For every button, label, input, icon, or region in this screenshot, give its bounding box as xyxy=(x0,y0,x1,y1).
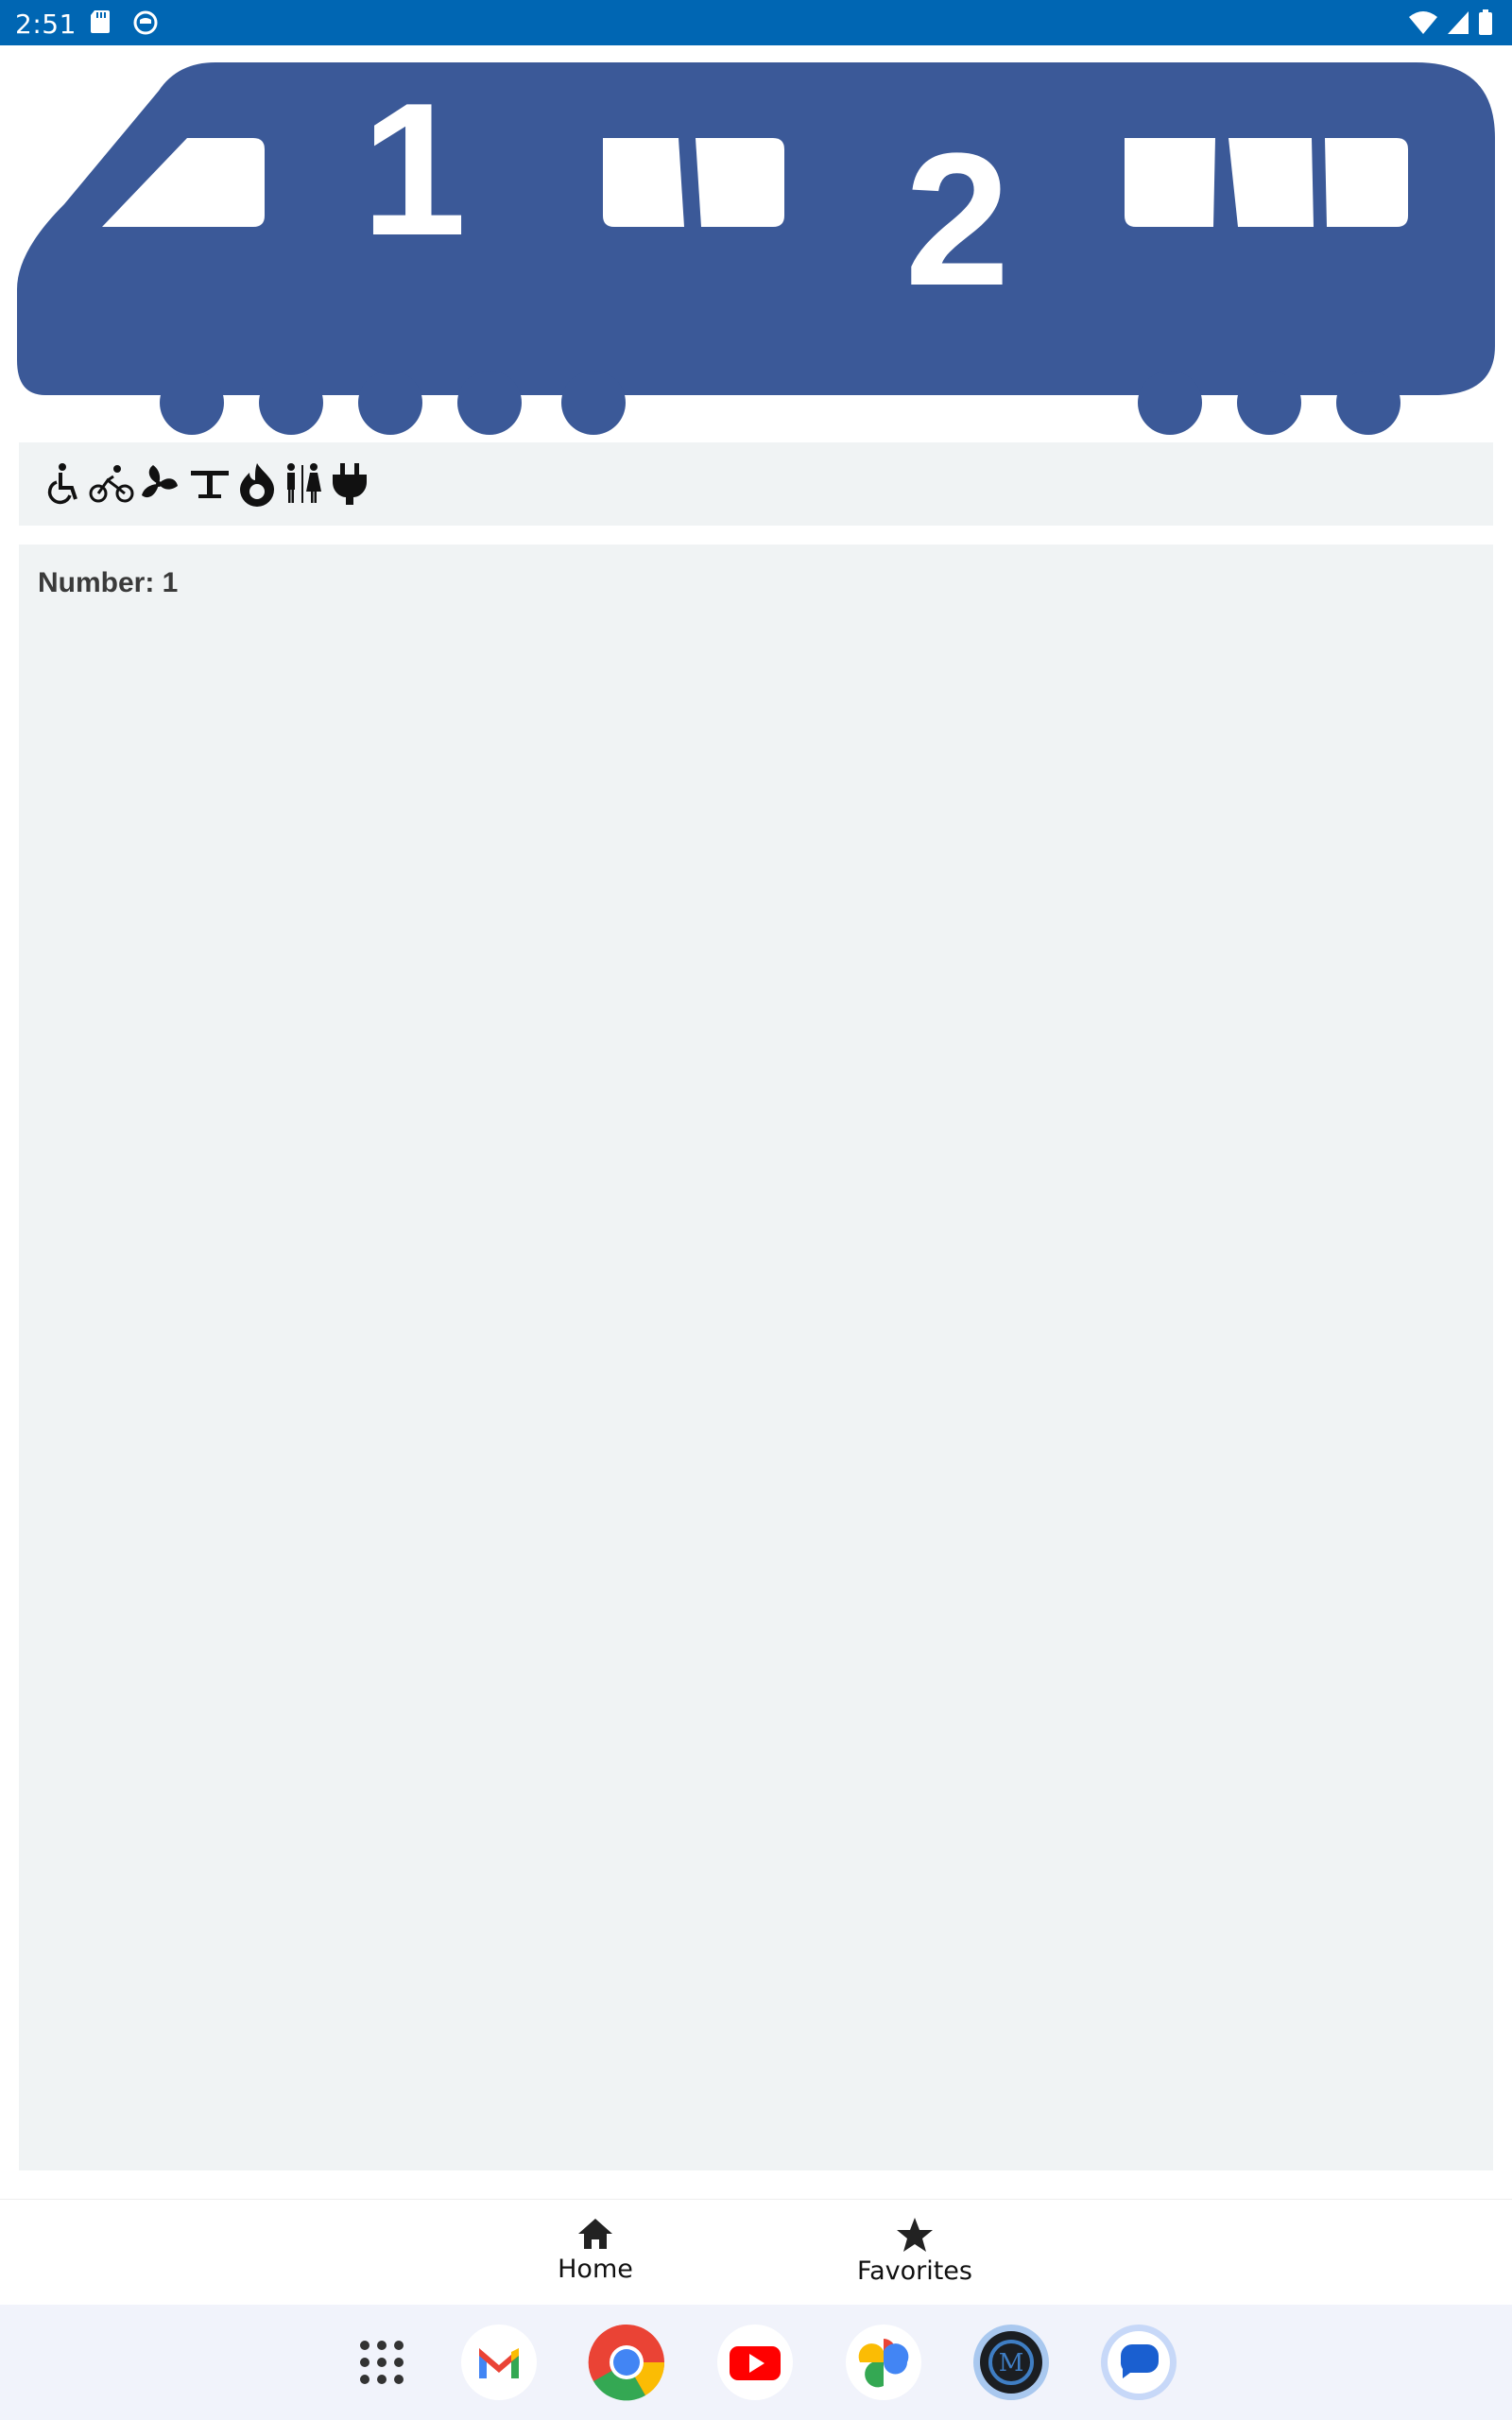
train-composition-graphic[interactable]: 1 2 xyxy=(17,62,1495,435)
train-number-text: Number: 1 xyxy=(38,567,179,598)
photos-icon[interactable] xyxy=(845,2324,922,2401)
system-dock: M xyxy=(0,2305,1512,2420)
bicycle-icon xyxy=(89,465,134,503)
car-number-1: 1 xyxy=(361,64,466,275)
car-2-window xyxy=(1125,138,1408,227)
bottom-tab-bar: Home Favorites xyxy=(0,2199,1512,2306)
battery-icon xyxy=(1479,9,1492,35)
wifi-icon xyxy=(1409,11,1437,34)
table-icon xyxy=(191,471,229,498)
gmail-icon[interactable] xyxy=(460,2324,538,2401)
status-bar: 2:51 xyxy=(0,0,1512,45)
metro-app-icon[interactable]: M xyxy=(972,2324,1050,2401)
car-number-2: 2 xyxy=(904,114,1009,325)
flame-icon xyxy=(240,463,274,507)
status-time: 2:51 xyxy=(15,9,77,40)
train-details-panel: Number: 1 xyxy=(19,544,1493,2170)
tab-favorites[interactable]: Favorites xyxy=(811,2207,1019,2302)
app-drawer-icon[interactable] xyxy=(343,2324,421,2401)
wheelchair-icon xyxy=(47,463,77,505)
home-icon xyxy=(578,2219,612,2249)
cat-face-icon xyxy=(133,10,158,35)
tab-home-label: Home xyxy=(558,2255,633,2284)
fan-icon xyxy=(142,465,178,498)
star-icon xyxy=(897,2218,933,2252)
svg-text:M: M xyxy=(999,2349,1024,2377)
restroom-icon xyxy=(287,463,321,503)
sd-card-icon xyxy=(91,10,110,33)
tab-favorites-label: Favorites xyxy=(857,2256,972,2286)
chrome-icon[interactable] xyxy=(588,2324,665,2401)
tab-home[interactable]: Home xyxy=(491,2207,699,2302)
power-plug-icon xyxy=(333,463,367,505)
train-body xyxy=(17,62,1495,395)
amenities-bar xyxy=(19,442,1493,526)
status-right xyxy=(1408,9,1493,36)
messages-icon[interactable] xyxy=(1100,2324,1177,2401)
youtube-icon[interactable] xyxy=(716,2324,794,2401)
cell-signal-icon xyxy=(1448,11,1469,34)
